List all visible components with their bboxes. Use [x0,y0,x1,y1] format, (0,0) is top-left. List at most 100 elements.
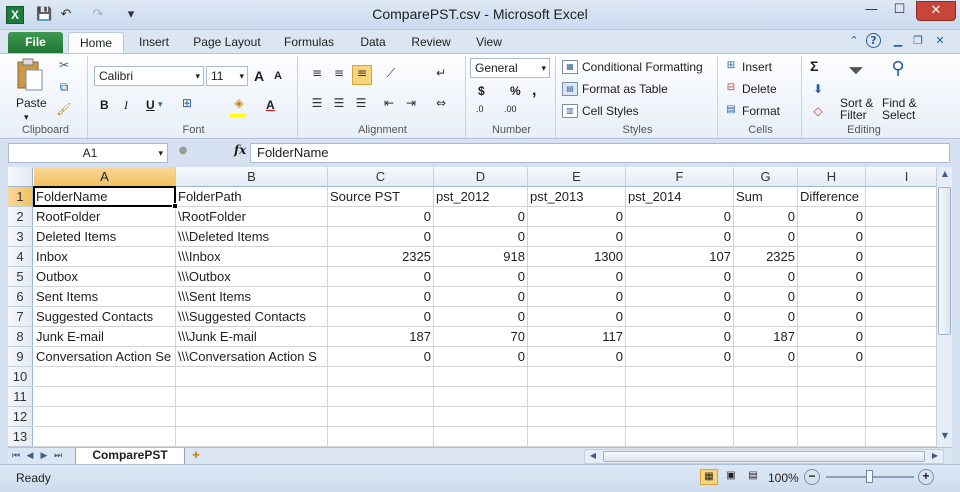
font-size-dropdown[interactable]: 11 ▾ [206,66,248,86]
tab-home[interactable]: Home [68,32,124,53]
align-right-icon[interactable]: ☰ [352,96,370,110]
align-middle-icon[interactable]: ≡ [330,66,348,80]
cell-b9[interactable]: \\\Conversation Action S [176,347,328,367]
cell-e2[interactable]: 0 [528,207,626,227]
clear-icon[interactable]: ◇ [810,104,826,118]
column-header-g[interactable]: G [734,167,798,187]
cell-e1[interactable]: pst_2013 [528,187,626,207]
zoom-out-icon[interactable]: − [804,469,820,485]
page-break-view-icon[interactable]: ▤ [744,469,762,485]
formula-input[interactable]: FolderName [250,143,950,163]
cell-h6[interactable]: 0 [798,287,866,307]
row-header-2[interactable]: 2 [8,207,33,227]
workbook-minimize-icon[interactable]: ▁ [890,33,906,49]
wrap-text-icon[interactable]: ↵ [430,66,452,80]
align-bottom-icon[interactable]: ≡ [352,65,372,85]
cell-g3[interactable]: 0 [734,227,798,247]
format-as-table-button[interactable]: Format as Table [582,82,668,96]
cell-g9[interactable]: 0 [734,347,798,367]
currency-button[interactable]: $ [478,84,485,98]
align-center-icon[interactable]: ☰ [330,96,348,110]
cell-c5[interactable]: 0 [328,267,434,287]
cell-b8[interactable]: \\\Junk E-mail [176,327,328,347]
cell-a10[interactable] [34,367,176,387]
cell-g2[interactable]: 0 [734,207,798,227]
cell-i4[interactable] [866,247,936,267]
cell-i13[interactable] [866,427,936,447]
tab-page-layout[interactable]: Page Layout [188,32,266,53]
cell-i6[interactable] [866,287,936,307]
tab-review[interactable]: Review [408,32,454,53]
orientation-icon[interactable]: ⟋ [380,66,402,81]
row-header-7[interactable]: 7 [8,307,33,327]
cell-c6[interactable]: 0 [328,287,434,307]
tab-data[interactable]: Data [356,32,390,53]
close-button[interactable]: ✕ [916,1,956,21]
column-header-c[interactable]: C [328,167,434,187]
cell-i7[interactable] [866,307,936,327]
align-top-icon[interactable]: ≡ [308,66,326,80]
cell-b13[interactable] [176,427,328,447]
page-layout-view-icon[interactable]: ▣ [722,469,740,485]
autosum-button[interactable]: Σ [810,58,818,74]
row-header-12[interactable]: 12 [8,407,33,427]
cell-h12[interactable] [798,407,866,427]
cell-f11[interactable] [626,387,734,407]
workbook-close-icon[interactable]: ✕ [932,33,948,49]
row-header-3[interactable]: 3 [8,227,33,247]
cut-icon[interactable]: ✂ [56,58,72,72]
tab-insert[interactable]: Insert [132,32,176,53]
cell-i8[interactable] [866,327,936,347]
cell-d10[interactable] [434,367,528,387]
column-header-a[interactable]: A [34,167,176,187]
workbook-restore-icon[interactable]: ❐ [910,33,926,49]
column-header-e[interactable]: E [528,167,626,187]
cell-h8[interactable]: 0 [798,327,866,347]
cell-g1[interactable]: Sum [734,187,798,207]
scroll-right-icon[interactable]: ▶ [929,451,941,460]
cell-f3[interactable]: 0 [626,227,734,247]
cell-h3[interactable]: 0 [798,227,866,247]
row-header-8[interactable]: 8 [8,327,33,347]
cell-a9[interactable]: Conversation Action Se [34,347,176,367]
tab-file[interactable]: File [8,32,63,53]
cell-c7[interactable]: 0 [328,307,434,327]
format-cells-button[interactable]: Format [742,104,780,118]
cell-b12[interactable] [176,407,328,427]
fill-handle[interactable] [172,203,178,209]
cell-i5[interactable] [866,267,936,287]
row-header-11[interactable]: 11 [8,387,33,407]
cell-d9[interactable]: 0 [434,347,528,367]
vertical-scrollbar[interactable]: ▲ ▼ [936,167,952,447]
minimize-button[interactable]: — [858,1,885,21]
insert-sheet-icon[interactable]: ✚ [188,449,204,463]
cell-c1[interactable]: Source PST [328,187,434,207]
vertical-scroll-thumb[interactable] [938,187,951,335]
cell-b4[interactable]: \\\Inbox [176,247,328,267]
copy-icon[interactable]: ⧉ [56,80,72,95]
cell-g11[interactable] [734,387,798,407]
cell-d11[interactable] [434,387,528,407]
row-header-5[interactable]: 5 [8,267,33,287]
cell-e8[interactable]: 117 [528,327,626,347]
cell-i11[interactable] [866,387,936,407]
column-header-h[interactable]: H [798,167,866,187]
cell-a7[interactable]: Suggested Contacts [34,307,176,327]
cell-c12[interactable] [328,407,434,427]
cell-d12[interactable] [434,407,528,427]
cell-c8[interactable]: 187 [328,327,434,347]
font-color-button[interactable]: A [266,98,275,112]
row-header-6[interactable]: 6 [8,287,33,307]
underline-button[interactable]: U [146,98,155,112]
cell-h11[interactable] [798,387,866,407]
cell-h2[interactable]: 0 [798,207,866,227]
zoom-in-icon[interactable]: + [918,469,934,485]
select-all-corner[interactable] [8,167,33,187]
minimize-ribbon-icon[interactable]: ⌃ [846,33,862,49]
cell-d13[interactable] [434,427,528,447]
cell-e4[interactable]: 1300 [528,247,626,267]
paste-button[interactable]: Paste [16,96,47,110]
row-header-13[interactable]: 13 [8,427,33,447]
cell-f13[interactable] [626,427,734,447]
horizontal-scroll-thumb[interactable] [603,451,925,462]
